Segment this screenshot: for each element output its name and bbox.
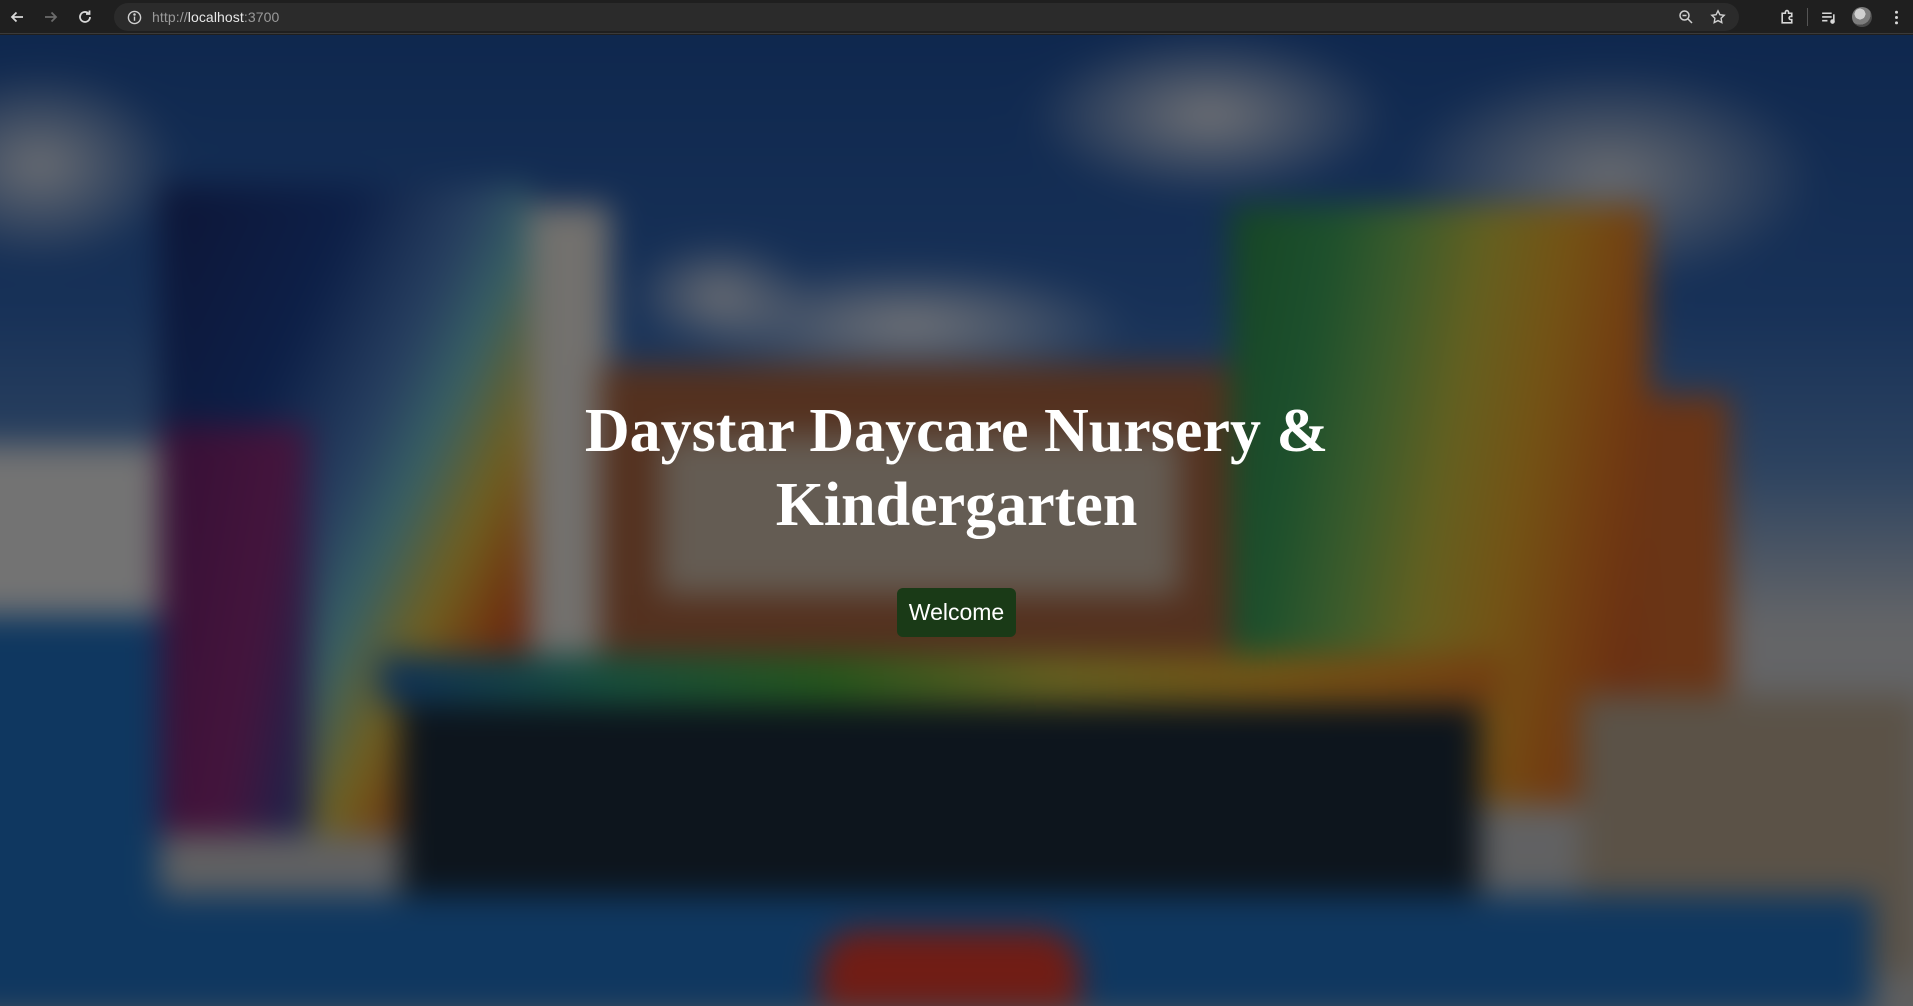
url-scheme: http:// [152,9,188,25]
browser-toolbar: http://localhost:3700 [0,0,1913,34]
zoom-icon[interactable] [1673,4,1699,30]
kebab-menu-icon[interactable] [1879,0,1913,34]
profile-button[interactable] [1845,0,1879,34]
puzzle-icon[interactable] [1770,0,1804,34]
reload-icon[interactable] [68,0,102,34]
star-icon[interactable] [1705,4,1731,30]
media-queue-icon[interactable] [1811,0,1845,34]
page-viewport: Daystar Daycare Nursery & Kindergarten W… [0,35,1913,1006]
forward-arrow-icon[interactable] [34,0,68,34]
welcome-button[interactable]: Welcome [896,588,1017,637]
hero-section: Daystar Daycare Nursery & Kindergarten W… [0,35,1913,1006]
url-host: localhost [187,9,244,25]
url-text: http://localhost:3700 [152,9,279,25]
url-port: :3700 [243,9,280,25]
toolbar-divider [1807,8,1808,26]
avatar [1852,7,1872,27]
address-bar[interactable]: http://localhost:3700 [114,3,1739,31]
back-arrow-icon[interactable] [0,0,34,34]
info-icon[interactable] [120,3,148,31]
page-title: Daystar Daycare Nursery & Kindergarten [584,397,1329,539]
